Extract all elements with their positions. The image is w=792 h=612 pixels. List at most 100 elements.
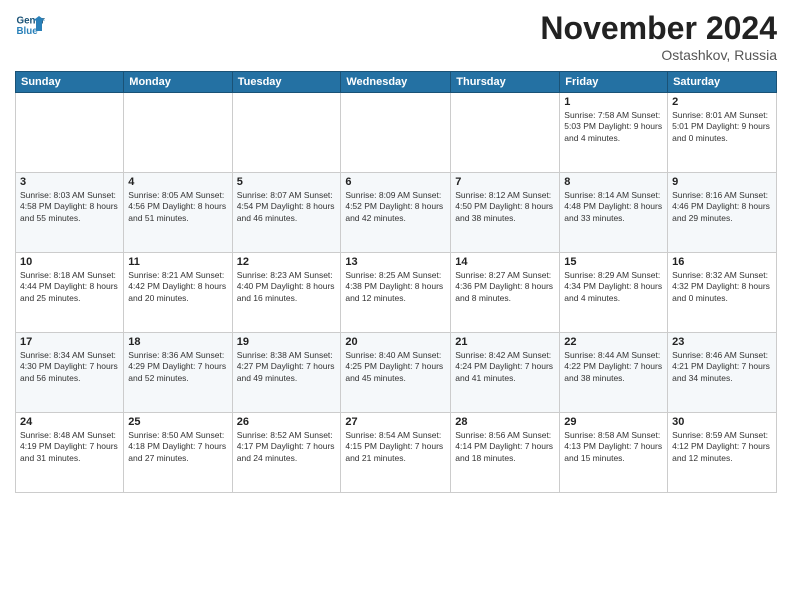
day-info: Sunrise: 8:18 AM Sunset: 4:44 PM Dayligh… xyxy=(20,270,119,304)
table-row: 18Sunrise: 8:36 AM Sunset: 4:29 PM Dayli… xyxy=(124,333,232,413)
day-info: Sunrise: 8:27 AM Sunset: 4:36 PM Dayligh… xyxy=(455,270,555,304)
day-info: Sunrise: 8:25 AM Sunset: 4:38 PM Dayligh… xyxy=(345,270,446,304)
day-number: 24 xyxy=(20,416,119,428)
day-number: 20 xyxy=(345,336,446,348)
table-row: 29Sunrise: 8:58 AM Sunset: 4:13 PM Dayli… xyxy=(560,413,668,493)
logo-icon: General Blue xyxy=(15,10,45,40)
table-row: 28Sunrise: 8:56 AM Sunset: 4:14 PM Dayli… xyxy=(451,413,560,493)
day-number: 1 xyxy=(564,96,663,108)
day-number: 5 xyxy=(237,176,337,188)
day-info: Sunrise: 8:52 AM Sunset: 4:17 PM Dayligh… xyxy=(237,430,337,464)
table-row: 13 Sunrise: 8:25 AM Sunset: 4:38 PM Dayli… xyxy=(341,253,451,333)
calendar-header-row: Sunday Monday Tuesday Wednesday Thursday… xyxy=(16,72,777,93)
table-row xyxy=(232,93,341,173)
day-info: Sunrise: 8:42 AM Sunset: 4:24 PM Dayligh… xyxy=(455,350,555,384)
calendar-week-row: 3 Sunrise: 8:03 AM Sunset: 4:58 PM Daylig… xyxy=(16,173,777,253)
title-area: November 2024 Ostashkov, Russia xyxy=(540,10,777,63)
table-row: 3 Sunrise: 8:03 AM Sunset: 4:58 PM Daylig… xyxy=(16,173,124,253)
table-row: 2 Sunrise: 8:01 AM Sunset: 5:01 PM Daylig… xyxy=(668,93,777,173)
day-info: Sunrise: 8:56 AM Sunset: 4:14 PM Dayligh… xyxy=(455,430,555,464)
table-row: 23 Sunrise: 8:46 AM Sunset: 4:21 PM Dayli… xyxy=(668,333,777,413)
col-tuesday: Tuesday xyxy=(232,72,341,93)
day-info: Sunrise: 8:38 AM Sunset: 4:27 PM Dayligh… xyxy=(237,350,337,384)
day-info: Sunrise: 8:46 AM Sunset: 4:21 PM Dayligh… xyxy=(672,350,772,384)
day-number: 8 xyxy=(564,176,663,188)
col-wednesday: Wednesday xyxy=(341,72,451,93)
calendar-week-row: 17 Sunrise: 8:34 AM Sunset: 4:30 PM Dayli… xyxy=(16,333,777,413)
day-info: Sunrise: 8:59 AM Sunset: 4:12 PM Dayligh… xyxy=(672,430,772,464)
table-row: 9 Sunrise: 8:16 AM Sunset: 4:46 PM Daylig… xyxy=(668,173,777,253)
table-row: 17 Sunrise: 8:34 AM Sunset: 4:30 PM Dayli… xyxy=(16,333,124,413)
table-row: 22 Sunrise: 8:44 AM Sunset: 4:22 PM Dayli… xyxy=(560,333,668,413)
calendar-week-row: 1Sunrise: 7:58 AM Sunset: 5:03 PM Daylig… xyxy=(16,93,777,173)
day-info: Sunrise: 8:32 AM Sunset: 4:32 PM Dayligh… xyxy=(672,270,772,304)
day-info: Sunrise: 8:58 AM Sunset: 4:13 PM Dayligh… xyxy=(564,430,663,464)
table-row: 30 Sunrise: 8:59 AM Sunset: 4:12 PM Dayli… xyxy=(668,413,777,493)
day-number: 22 xyxy=(564,336,663,348)
day-number: 25 xyxy=(128,416,227,428)
table-row: 11Sunrise: 8:21 AM Sunset: 4:42 PM Dayli… xyxy=(124,253,232,333)
day-info: Sunrise: 8:12 AM Sunset: 4:50 PM Dayligh… xyxy=(455,190,555,224)
table-row xyxy=(16,93,124,173)
table-row: 1Sunrise: 7:58 AM Sunset: 5:03 PM Daylig… xyxy=(560,93,668,173)
day-info: Sunrise: 8:07 AM Sunset: 4:54 PM Dayligh… xyxy=(237,190,337,224)
table-row: 15 Sunrise: 8:29 AM Sunset: 4:34 PM Dayli… xyxy=(560,253,668,333)
table-row: 24 Sunrise: 8:48 AM Sunset: 4:19 PM Dayli… xyxy=(16,413,124,493)
day-number: 2 xyxy=(672,96,772,108)
table-row: 5 Sunrise: 8:07 AM Sunset: 4:54 PM Daylig… xyxy=(232,173,341,253)
table-row: 14Sunrise: 8:27 AM Sunset: 4:36 PM Dayli… xyxy=(451,253,560,333)
day-info: Sunrise: 8:16 AM Sunset: 4:46 PM Dayligh… xyxy=(672,190,772,224)
day-info: Sunrise: 8:23 AM Sunset: 4:40 PM Dayligh… xyxy=(237,270,337,304)
day-number: 19 xyxy=(237,336,337,348)
logo: General Blue xyxy=(15,10,45,40)
table-row: 4Sunrise: 8:05 AM Sunset: 4:56 PM Daylig… xyxy=(124,173,232,253)
table-row: 6Sunrise: 8:09 AM Sunset: 4:52 PM Daylig… xyxy=(341,173,451,253)
day-number: 7 xyxy=(455,176,555,188)
day-number: 17 xyxy=(20,336,119,348)
day-info: Sunrise: 8:29 AM Sunset: 4:34 PM Dayligh… xyxy=(564,270,663,304)
calendar-week-row: 24 Sunrise: 8:48 AM Sunset: 4:19 PM Dayli… xyxy=(16,413,777,493)
day-info: Sunrise: 8:54 AM Sunset: 4:15 PM Dayligh… xyxy=(345,430,446,464)
day-number: 13 xyxy=(345,256,446,268)
day-info: Sunrise: 8:14 AM Sunset: 4:48 PM Dayligh… xyxy=(564,190,663,224)
day-number: 26 xyxy=(237,416,337,428)
day-number: 23 xyxy=(672,336,772,348)
table-row: 25 Sunrise: 8:50 AM Sunset: 4:18 PM Dayli… xyxy=(124,413,232,493)
day-info: Sunrise: 8:34 AM Sunset: 4:30 PM Dayligh… xyxy=(20,350,119,384)
day-number: 10 xyxy=(20,256,119,268)
table-row: 21Sunrise: 8:42 AM Sunset: 4:24 PM Dayli… xyxy=(451,333,560,413)
table-row: 20 Sunrise: 8:40 AM Sunset: 4:25 PM Dayli… xyxy=(341,333,451,413)
day-info: Sunrise: 8:09 AM Sunset: 4:52 PM Dayligh… xyxy=(345,190,446,224)
day-info: Sunrise: 8:40 AM Sunset: 4:25 PM Dayligh… xyxy=(345,350,446,384)
day-number: 16 xyxy=(672,256,772,268)
table-row: 7 Sunrise: 8:12 AM Sunset: 4:50 PM Daylig… xyxy=(451,173,560,253)
table-row xyxy=(341,93,451,173)
col-sunday: Sunday xyxy=(16,72,124,93)
day-info: Sunrise: 8:03 AM Sunset: 4:58 PM Dayligh… xyxy=(20,190,119,224)
col-friday: Friday xyxy=(560,72,668,93)
day-info: Sunrise: 8:50 AM Sunset: 4:18 PM Dayligh… xyxy=(128,430,227,464)
table-row xyxy=(451,93,560,173)
day-info: Sunrise: 8:01 AM Sunset: 5:01 PM Dayligh… xyxy=(672,110,772,144)
month-title: November 2024 xyxy=(540,10,777,47)
day-info: Sunrise: 8:36 AM Sunset: 4:29 PM Dayligh… xyxy=(128,350,227,384)
svg-text:Blue: Blue xyxy=(17,26,39,37)
day-number: 4 xyxy=(128,176,227,188)
day-number: 12 xyxy=(237,256,337,268)
day-number: 9 xyxy=(672,176,772,188)
table-row: 10 Sunrise: 8:18 AM Sunset: 4:44 PM Dayli… xyxy=(16,253,124,333)
col-monday: Monday xyxy=(124,72,232,93)
day-number: 30 xyxy=(672,416,772,428)
day-number: 11 xyxy=(128,256,227,268)
day-number: 3 xyxy=(20,176,119,188)
day-number: 15 xyxy=(564,256,663,268)
calendar-table: Sunday Monday Tuesday Wednesday Thursday… xyxy=(15,71,777,493)
table-row: 26 Sunrise: 8:52 AM Sunset: 4:17 PM Dayli… xyxy=(232,413,341,493)
table-row xyxy=(124,93,232,173)
day-info: Sunrise: 8:44 AM Sunset: 4:22 PM Dayligh… xyxy=(564,350,663,384)
day-info: Sunrise: 8:48 AM Sunset: 4:19 PM Dayligh… xyxy=(20,430,119,464)
day-number: 27 xyxy=(345,416,446,428)
col-thursday: Thursday xyxy=(451,72,560,93)
table-row: 8 Sunrise: 8:14 AM Sunset: 4:48 PM Daylig… xyxy=(560,173,668,253)
location: Ostashkov, Russia xyxy=(540,47,777,63)
